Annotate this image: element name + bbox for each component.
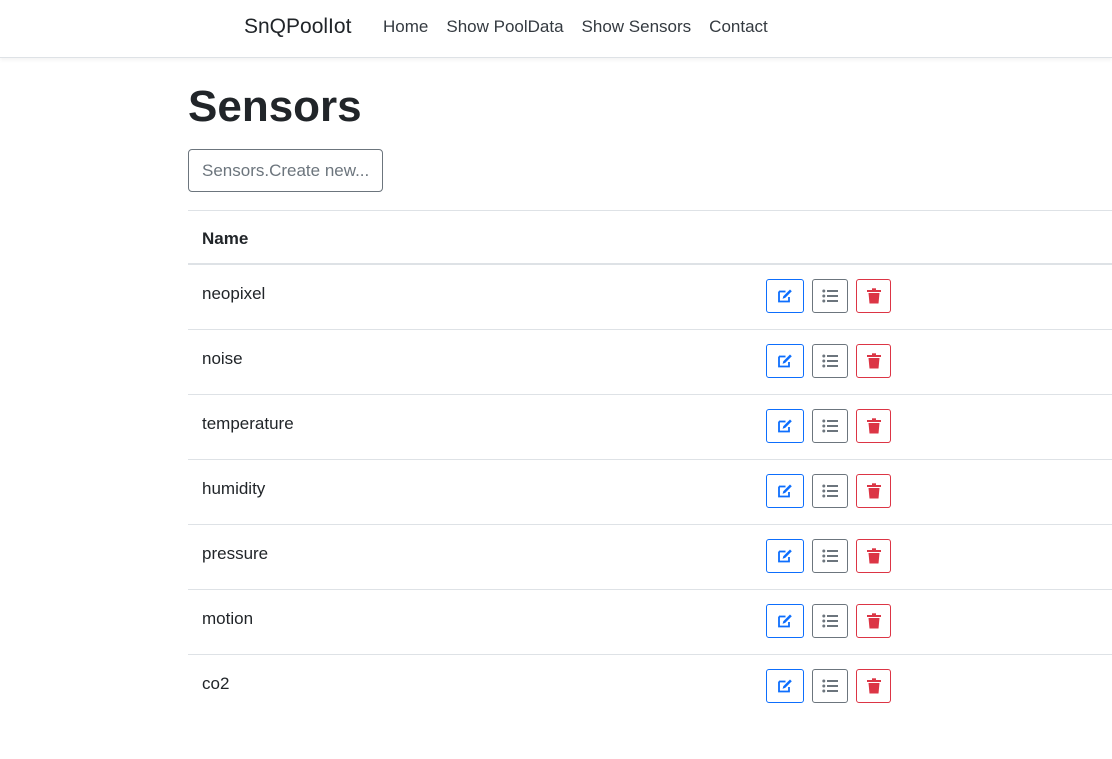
edit-icon bbox=[778, 679, 792, 693]
table-row: co2 bbox=[188, 655, 1112, 720]
details-button[interactable] bbox=[812, 279, 848, 313]
edit-button[interactable] bbox=[766, 669, 804, 703]
delete-button[interactable] bbox=[856, 539, 891, 573]
page-title: Sensors bbox=[188, 82, 362, 131]
nav-links: Home Show PoolData Show Sensors Contact bbox=[383, 16, 768, 38]
column-header-name: Name bbox=[202, 229, 249, 248]
row-actions bbox=[766, 344, 891, 378]
delete-button[interactable] bbox=[856, 279, 891, 313]
details-button[interactable] bbox=[812, 409, 848, 443]
edit-icon bbox=[778, 354, 792, 368]
edit-icon bbox=[778, 484, 792, 498]
nav-link-show-pooldata[interactable]: Show PoolData bbox=[446, 16, 563, 38]
edit-button[interactable] bbox=[766, 604, 804, 638]
delete-button[interactable] bbox=[856, 409, 891, 443]
details-button[interactable] bbox=[812, 604, 848, 638]
edit-icon bbox=[778, 614, 792, 628]
list-icon bbox=[822, 679, 838, 693]
trash-icon bbox=[866, 353, 881, 369]
list-icon bbox=[822, 419, 838, 433]
row-actions bbox=[766, 409, 891, 443]
delete-button[interactable] bbox=[856, 604, 891, 638]
edit-button[interactable] bbox=[766, 474, 804, 508]
trash-icon bbox=[866, 613, 881, 629]
edit-icon bbox=[778, 549, 792, 563]
row-actions bbox=[766, 604, 891, 638]
table-row: noise bbox=[188, 330, 1112, 395]
sensor-name: pressure bbox=[202, 544, 269, 563]
nav-link-home[interactable]: Home bbox=[383, 16, 428, 38]
table-row: pressure bbox=[188, 525, 1112, 590]
list-icon bbox=[822, 549, 838, 563]
trash-icon bbox=[866, 288, 881, 304]
sensors-table: Name neopixel noise temperature humidity pre… bbox=[188, 210, 1112, 720]
edit-button[interactable] bbox=[766, 279, 804, 313]
trash-icon bbox=[866, 483, 881, 499]
row-actions bbox=[766, 474, 891, 508]
brand-link[interactable]: SnQPoolIot bbox=[244, 13, 351, 41]
navbar: SnQPoolIot Home Show PoolData Show Senso… bbox=[0, 0, 1112, 58]
edit-icon bbox=[778, 289, 792, 303]
sensor-name: neopixel bbox=[202, 284, 266, 303]
edit-button[interactable] bbox=[766, 409, 804, 443]
delete-button[interactable] bbox=[856, 669, 891, 703]
details-button[interactable] bbox=[812, 669, 848, 703]
create-new-button[interactable]: Sensors.Create new... bbox=[188, 149, 383, 192]
table-body: neopixel noise temperature humidity pressure… bbox=[188, 265, 1112, 720]
table-row: temperature bbox=[188, 395, 1112, 460]
details-button[interactable] bbox=[812, 539, 848, 573]
nav-link-contact[interactable]: Contact bbox=[709, 16, 768, 38]
delete-button[interactable] bbox=[856, 474, 891, 508]
table-row: motion bbox=[188, 590, 1112, 655]
sensor-name: co2 bbox=[202, 674, 230, 693]
edit-icon bbox=[778, 419, 792, 433]
sensor-name: motion bbox=[202, 609, 254, 628]
details-button[interactable] bbox=[812, 474, 848, 508]
sensor-name: noise bbox=[202, 349, 243, 368]
sensor-name: temperature bbox=[202, 414, 294, 433]
list-icon bbox=[822, 484, 838, 498]
table-row: humidity bbox=[188, 460, 1112, 525]
row-actions bbox=[766, 669, 891, 703]
trash-icon bbox=[866, 548, 881, 564]
trash-icon bbox=[866, 678, 881, 694]
delete-button[interactable] bbox=[856, 344, 891, 378]
table-header: Name bbox=[188, 210, 1112, 265]
list-icon bbox=[822, 614, 838, 628]
edit-button[interactable] bbox=[766, 539, 804, 573]
row-actions bbox=[766, 279, 891, 313]
details-button[interactable] bbox=[812, 344, 848, 378]
list-icon bbox=[822, 289, 838, 303]
sensor-name: humidity bbox=[202, 479, 266, 498]
edit-button[interactable] bbox=[766, 344, 804, 378]
row-actions bbox=[766, 539, 891, 573]
nav-link-show-sensors[interactable]: Show Sensors bbox=[582, 16, 692, 38]
trash-icon bbox=[866, 418, 881, 434]
table-row: neopixel bbox=[188, 265, 1112, 330]
list-icon bbox=[822, 354, 838, 368]
